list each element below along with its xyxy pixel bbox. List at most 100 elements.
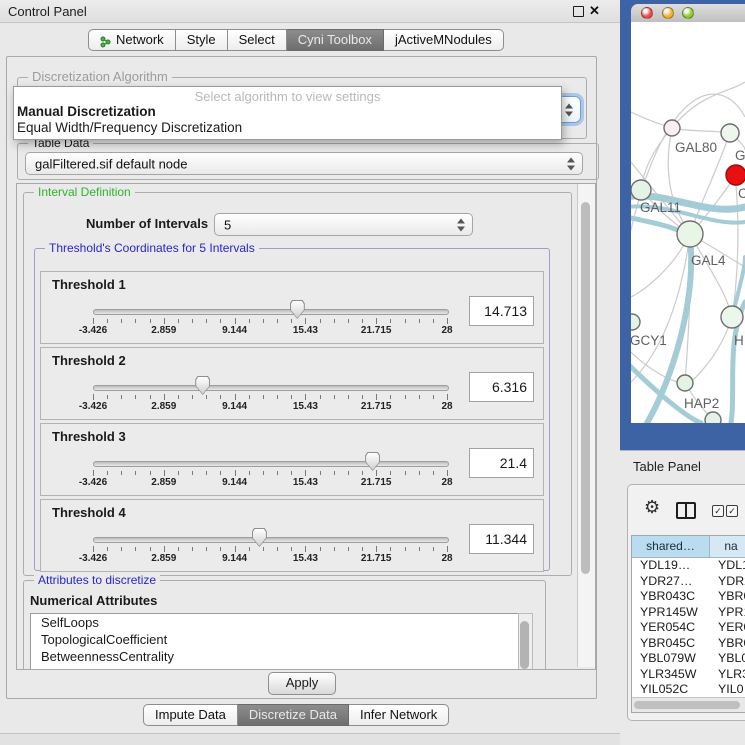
popup-item-manual-discretization[interactable]: Manual Discretization	[17, 104, 156, 119]
numerical-attributes-list[interactable]: SelfLoopsTopologicalCoefficientBetweenne…	[30, 613, 519, 670]
cell-shared-name[interactable]: YLR345W	[632, 667, 710, 683]
zoom-traffic-light[interactable]	[682, 7, 694, 19]
attributes-group-title: Attributes to discretize	[34, 573, 160, 587]
column-header-shared-name[interactable]: shared…	[632, 536, 710, 557]
tab-cyni-toolbox[interactable]: Cyni Toolbox	[287, 29, 384, 51]
slider-tick	[263, 319, 264, 323]
attributes-list-scrollbar[interactable]	[518, 613, 533, 670]
tab-jactivemnodules[interactable]: jActiveMNodules	[384, 29, 504, 51]
cell-name[interactable]: YBL0	[710, 651, 745, 667]
tab-discretize-data[interactable]: Discretize Data	[238, 704, 349, 726]
slider-tick	[334, 547, 335, 551]
cell-name[interactable]: YLR3	[710, 667, 745, 683]
checkbox-icon[interactable]: ✓	[726, 505, 738, 517]
slider-handle[interactable]	[290, 300, 305, 319]
network-node[interactable]	[631, 180, 651, 200]
tab-infer-network[interactable]: Infer Network	[349, 704, 449, 726]
table-row[interactable]: YBL079WYBL0	[632, 651, 745, 667]
threshold-value-field[interactable]: 6.316	[469, 372, 534, 402]
tab-network[interactable]: Network	[88, 29, 176, 51]
slider-tick	[320, 547, 321, 551]
network-node[interactable]	[664, 120, 680, 136]
popup-item-equal-width-frequency[interactable]: Equal Width/Frequency Discretization	[17, 120, 242, 135]
scrollbar-thumb[interactable]	[520, 621, 529, 669]
tab-select[interactable]: Select	[228, 29, 287, 51]
table-row[interactable]: YBR043CYBR0	[632, 589, 745, 605]
slider-track[interactable]	[93, 537, 449, 543]
network-node[interactable]	[677, 375, 693, 391]
slider-tick	[291, 319, 292, 323]
cell-shared-name[interactable]: YBR045C	[632, 636, 710, 652]
table-row[interactable]: YLR345WYLR3	[632, 667, 745, 683]
scrollbar-thumb[interactable]	[581, 202, 590, 574]
cell-shared-name[interactable]: YDR27…	[632, 574, 710, 590]
slider-tick	[192, 471, 193, 475]
attribute-list-item[interactable]: SelfLoops	[31, 614, 518, 631]
cell-shared-name[interactable]: YDL19…	[632, 558, 710, 574]
column-header-name[interactable]: na	[710, 536, 745, 557]
threshold-value-field[interactable]: 21.4	[469, 448, 534, 478]
cell-shared-name[interactable]: YBR043C	[632, 589, 710, 605]
stepper-arrows-icon	[565, 103, 574, 116]
table-row[interactable]: YBR045CYBR0	[632, 636, 745, 652]
network-window-titlebar[interactable]	[631, 4, 745, 23]
network-canvas[interactable]: GAL80GACGAL11GAL4GCY1HHAP2	[631, 22, 745, 423]
slider-handle[interactable]	[365, 452, 380, 471]
attribute-list-item[interactable]: BetweennessCentrality	[31, 648, 518, 665]
table-horizontal-scrollbar[interactable]	[632, 697, 745, 712]
threshold-value-field[interactable]: 14.713	[469, 296, 534, 326]
cell-shared-name[interactable]: YPR145W	[632, 605, 710, 621]
cell-shared-name[interactable]: YIL052C	[632, 682, 710, 698]
threshold-value-field[interactable]: 11.344	[469, 524, 534, 554]
slider-handle[interactable]	[252, 528, 267, 547]
apply-button[interactable]: Apply	[268, 672, 336, 695]
cell-shared-name[interactable]: YER054C	[632, 620, 710, 636]
close-traffic-light[interactable]	[641, 7, 653, 19]
table-row[interactable]: YDL19…YDL1	[632, 558, 745, 574]
columns-icon[interactable]	[676, 502, 696, 519]
number-of-intervals-combobox[interactable]: 5	[214, 213, 473, 236]
slider-tick-label: 2.859	[151, 477, 176, 488]
slider-tick	[235, 546, 236, 552]
network-node[interactable]	[726, 165, 745, 185]
table-row[interactable]: YIL052CYIL0	[632, 682, 745, 698]
scrollbar-thumb[interactable]	[634, 701, 740, 709]
cell-name[interactable]: YDL1	[710, 558, 745, 574]
slider-track[interactable]	[93, 309, 449, 315]
cell-name[interactable]: YBR0	[710, 636, 745, 652]
slider-handle[interactable]	[195, 376, 210, 395]
close-icon[interactable]: ✕	[589, 3, 600, 19]
float-window-icon[interactable]	[573, 6, 584, 17]
slider-tick	[405, 319, 406, 323]
slider-tick	[334, 471, 335, 475]
network-node[interactable]	[705, 412, 721, 423]
checkbox-icon[interactable]: ✓	[712, 505, 724, 517]
slider-tick-label: 9.144	[222, 553, 247, 564]
tab-impute-data[interactable]: Impute Data	[143, 704, 238, 726]
cell-name[interactable]: YIL0	[710, 682, 745, 698]
minimize-traffic-light[interactable]	[662, 7, 674, 19]
settings-scroll-viewport: Interval Definition Number of Intervals …	[16, 183, 596, 670]
cell-shared-name[interactable]: YBL079W	[632, 651, 710, 667]
network-node[interactable]	[631, 314, 640, 330]
cell-name[interactable]: YDR2	[710, 574, 745, 590]
network-node[interactable]	[677, 221, 703, 247]
tab-network-label: Network	[116, 30, 164, 50]
gear-icon[interactable]: ⚙	[644, 498, 660, 516]
table-row[interactable]: YPR145WYPR1	[632, 605, 745, 621]
slider-tick	[206, 471, 207, 475]
network-node[interactable]	[721, 306, 743, 328]
cell-name[interactable]: YBR0	[710, 589, 745, 605]
tab-style[interactable]: Style	[176, 29, 228, 51]
panel-scrollbar[interactable]	[577, 184, 595, 667]
slider-track[interactable]	[93, 385, 449, 391]
network-node[interactable]	[721, 124, 739, 142]
slider-track[interactable]	[93, 461, 449, 467]
table-data-combobox[interactable]: galFiltered.sif default node	[25, 152, 583, 175]
attribute-list-item[interactable]: TopologicalCoefficient	[31, 631, 518, 648]
table-row[interactable]: YDR27…YDR2	[632, 574, 745, 590]
table-row[interactable]: YER054CYER0	[632, 620, 745, 636]
cell-name[interactable]: YER0	[710, 620, 745, 636]
slider-tick	[178, 319, 179, 323]
cell-name[interactable]: YPR1	[710, 605, 745, 621]
